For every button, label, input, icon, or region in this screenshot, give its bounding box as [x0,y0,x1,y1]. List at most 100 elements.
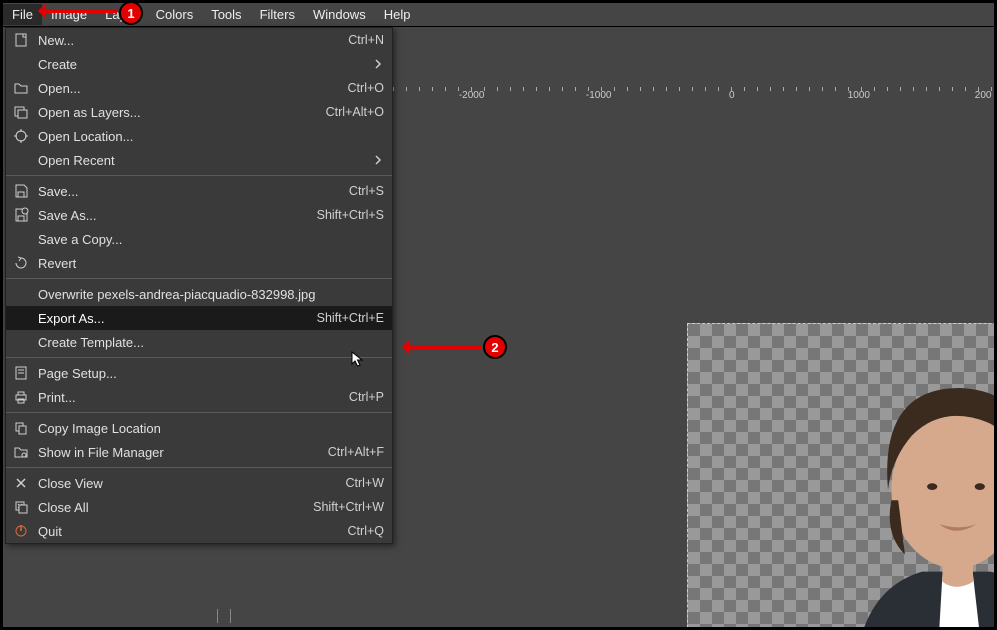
ruler-tick [835,87,836,91]
menu-item-label: Save... [38,184,339,199]
menu-item-label: Revert [38,256,384,271]
revert-icon [12,254,30,272]
ruler-tick [952,87,953,91]
menu-item-open-location[interactable]: Open Location... [6,124,392,148]
ruler-tick [510,87,511,91]
menu-separator [6,175,392,176]
menu-item-export-as[interactable]: Export As... Shift+Ctrl+E [6,306,392,330]
blank-icon [12,230,30,248]
menu-item-label: Save a Copy... [38,232,384,247]
menu-item-label: Create [38,57,372,72]
ruler-tick [484,87,485,91]
ruler-tick [549,87,550,91]
menu-item-open-recent[interactable]: Open Recent [6,148,392,172]
copy-icon [12,419,30,437]
ruler-tick-label: 1000 [848,90,870,101]
open-layers-icon [12,103,30,121]
ruler-tick [419,87,420,91]
menu-item-shortcut: Ctrl+Alt+O [326,105,384,119]
menu-item-revert[interactable]: Revert [6,251,392,275]
ruler-tick [965,87,966,91]
ruler-tick-label: -1000 [586,90,612,101]
menubar: FileImageLayerColorsToolsFiltersWindowsH… [3,3,994,27]
image-canvas-transparent[interactable] [687,323,994,627]
photo-subject [786,354,994,627]
menu-item-label: Open... [38,81,338,96]
menu-item-save-a-copy[interactable]: Save a Copy... [6,227,392,251]
ruler-tick [705,87,706,91]
ruler-tick [445,87,446,91]
menubar-item-windows[interactable]: Windows [304,4,375,25]
menu-item-label: Open Location... [38,129,384,144]
ruler-tick [393,87,394,91]
ruler-tick [471,87,472,91]
ruler-tick [861,87,862,91]
folder-icon [12,443,30,461]
ruler-tick-label: 2000 [975,90,992,101]
menu-item-overwrite-pexels-andrea-piacquadio-832998-jpg[interactable]: Overwrite pexels-andrea-piacquadio-83299… [6,282,392,306]
blank-icon [12,285,30,303]
menu-item-open[interactable]: Open... Ctrl+O [6,76,392,100]
open-icon [12,79,30,97]
page-setup-icon [12,364,30,382]
menu-separator [6,467,392,468]
menu-item-label: Create Template... [38,335,384,350]
file-dropdown-menu: New...Ctrl+N Create Open... Ctrl+O Open as L… [5,27,393,544]
chevron-right-icon [372,153,384,168]
menubar-item-file[interactable]: File [3,4,42,25]
ruler-mark [217,609,231,623]
menu-item-shortcut: Ctrl+O [348,81,384,95]
menu-item-label: Close All [38,500,303,515]
print-icon [12,388,30,406]
menu-item-save[interactable]: Save...Ctrl+S [6,179,392,203]
menu-item-open-as-layers[interactable]: Open as Layers...Ctrl+Alt+O [6,100,392,124]
ruler-tick [939,87,940,91]
menu-item-shortcut: Ctrl+Alt+F [328,445,384,459]
menu-item-shortcut: Ctrl+W [345,476,384,490]
menu-item-shortcut: Shift+Ctrl+W [313,500,384,514]
menu-item-label: Overwrite pexels-andrea-piacquadio-83299… [38,287,384,302]
menu-item-create[interactable]: Create [6,52,392,76]
menu-item-print[interactable]: Print...Ctrl+P [6,385,392,409]
ruler-tick [822,87,823,91]
ruler-tick [796,87,797,91]
menubar-item-help[interactable]: Help [375,4,420,25]
menu-item-shortcut: Shift+Ctrl+E [317,311,384,325]
quit-icon [12,522,30,540]
ruler-tick [744,87,745,91]
menu-item-label: Export As... [38,311,307,326]
closeall-icon [12,498,30,516]
menu-item-new[interactable]: New...Ctrl+N [6,28,392,52]
canvas-area [393,103,994,627]
menu-item-page-setup[interactable]: Page Setup... [6,361,392,385]
menu-item-close-view[interactable]: Close ViewCtrl+W [6,471,392,495]
ruler-tick [926,87,927,91]
menubar-item-filters[interactable]: Filters [251,4,304,25]
ruler-tick [887,87,888,91]
menubar-item-layer[interactable]: Layer [96,4,147,25]
menu-item-create-template[interactable]: Create Template... [6,330,392,354]
location-icon [12,127,30,145]
ruler-tick [523,87,524,91]
ruler-tick [679,87,680,91]
menu-item-copy-image-location[interactable]: Copy Image Location [6,416,392,440]
menu-item-quit[interactable]: QuitCtrl+Q [6,519,392,543]
ruler-tick [874,87,875,91]
menubar-item-tools[interactable]: Tools [202,4,250,25]
ruler-tick [562,87,563,91]
menu-separator [6,278,392,279]
menu-item-shortcut: Shift+Ctrl+S [317,208,384,222]
ruler-tick [536,87,537,91]
blank-icon [12,55,30,73]
menubar-item-colors[interactable]: Colors [147,4,203,25]
ruler-tick [627,87,628,91]
ruler-tick-label: 0 [729,90,735,101]
menu-item-save-as[interactable]: Save As...Shift+Ctrl+S [6,203,392,227]
ruler-tick [809,87,810,91]
menu-item-label: Copy Image Location [38,421,384,436]
menu-item-show-in-file-manager[interactable]: Show in File ManagerCtrl+Alt+F [6,440,392,464]
menubar-item-image[interactable]: Image [42,4,96,25]
menu-item-close-all[interactable]: Close All Shift+Ctrl+W [6,495,392,519]
blank-icon [12,309,30,327]
menu-separator [6,412,392,413]
